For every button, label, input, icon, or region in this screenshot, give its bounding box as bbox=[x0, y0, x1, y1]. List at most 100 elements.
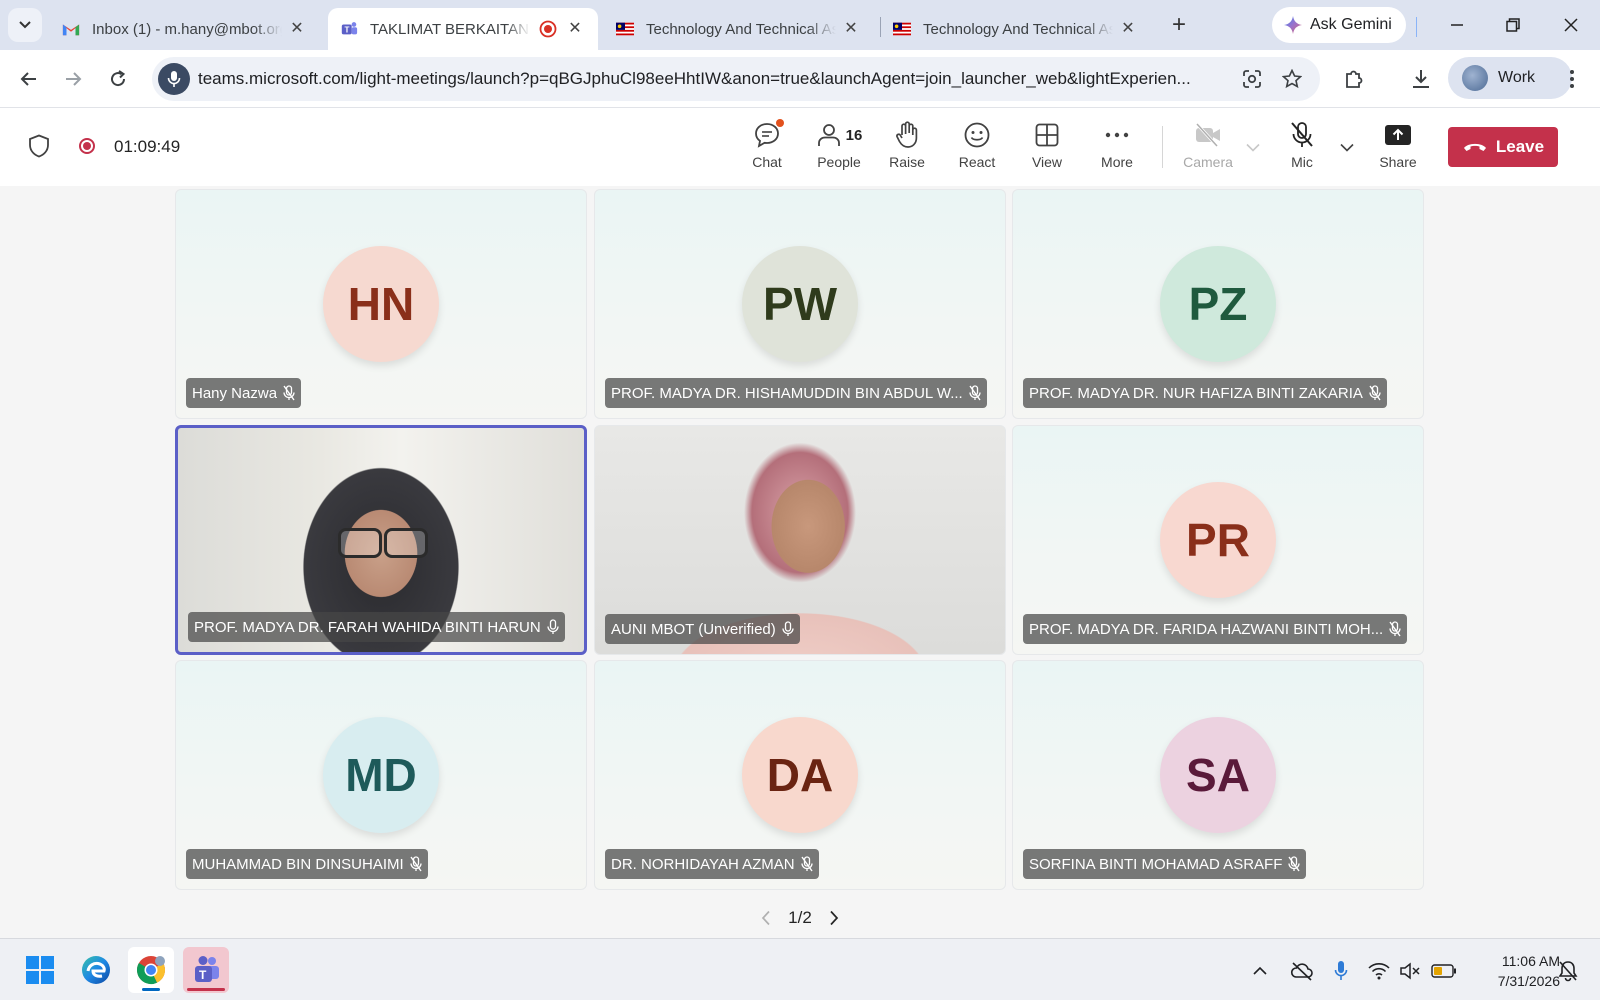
participant-video-tile[interactable]: PROF. MADYA DR. FARAH WAHIDA BINTI HARUN bbox=[175, 425, 587, 655]
mic-button[interactable]: Mic bbox=[1270, 118, 1334, 178]
microphone-tray[interactable] bbox=[1329, 959, 1353, 983]
taskbar-chrome[interactable] bbox=[128, 947, 174, 993]
url-text[interactable]: teams.microsoft.com/light-meetings/launc… bbox=[198, 69, 1228, 89]
chat-label: Chat bbox=[752, 154, 782, 170]
next-page-button[interactable] bbox=[822, 906, 846, 930]
participant-tile[interactable]: PW PROF. MADYA DR. HISHAMUDDIN BIN ABDUL… bbox=[594, 189, 1006, 419]
onedrive-status[interactable] bbox=[1290, 959, 1314, 983]
close-tab-icon[interactable]: ✕ bbox=[1119, 19, 1137, 37]
extensions-button[interactable] bbox=[1338, 63, 1370, 95]
clock-time: 11:06 AM bbox=[1501, 953, 1560, 969]
people-count: 16 bbox=[845, 126, 863, 144]
mic-muted-icon bbox=[410, 856, 422, 872]
share-button[interactable]: Share bbox=[1366, 118, 1430, 178]
browser-tab-technology-1[interactable]: Technology And Technical Assistance ✕ bbox=[604, 8, 874, 50]
participant-tile[interactable]: PR PROF. MADYA DR. FARIDA HAZWANI BINTI … bbox=[1012, 425, 1424, 655]
participant-tile[interactable]: PZ PROF. MADYA DR. NUR HAFIZA BINTI ZAKA… bbox=[1012, 189, 1424, 419]
browser-tab-strip: Inbox (1) - m.hany@mbot.org ✕ T TAKLIMAT… bbox=[0, 0, 1600, 50]
participant-name-tag: AUNI MBOT (Unverified) bbox=[605, 614, 800, 644]
ask-gemini-label: Ask Gemini bbox=[1310, 16, 1392, 33]
flag-icon bbox=[616, 22, 634, 36]
meeting-timer: 01:09:49 bbox=[114, 137, 181, 156]
participant-name-tag: SORFINA BINTI MOHAMAD ASRAFF bbox=[1023, 849, 1307, 879]
leave-button[interactable]: Leave bbox=[1448, 127, 1558, 167]
react-label: React bbox=[958, 154, 996, 170]
unread-badge bbox=[776, 119, 784, 127]
address-bar[interactable]: teams.microsoft.com/light-meetings/launc… bbox=[152, 57, 1320, 101]
browser-tab-technology-2[interactable]: Technology And Technical Assistance ✕ bbox=[881, 8, 1151, 50]
react-button[interactable]: React bbox=[945, 118, 1009, 178]
raise-hand-button[interactable]: Raise bbox=[875, 118, 939, 178]
downloads-button[interactable] bbox=[1405, 63, 1437, 95]
profile-label: Work bbox=[1498, 69, 1536, 86]
avatar: PR bbox=[1160, 482, 1276, 598]
taskbar-teams[interactable]: T bbox=[183, 947, 229, 993]
minimize-window-button[interactable] bbox=[1442, 10, 1472, 40]
avatar: DA bbox=[742, 717, 858, 833]
browser-tab-gmail[interactable]: Inbox (1) - m.hany@mbot.org ✕ bbox=[50, 8, 320, 50]
avatar: SA bbox=[1160, 717, 1276, 833]
taskbar-edge[interactable] bbox=[73, 947, 119, 993]
raise-hand-icon bbox=[896, 121, 918, 148]
new-tab-button[interactable]: + bbox=[1166, 11, 1192, 38]
chat-button[interactable]: Chat bbox=[735, 118, 799, 178]
puzzle-icon bbox=[1346, 70, 1363, 88]
arrow-left-icon bbox=[20, 72, 36, 86]
restore-window-button[interactable] bbox=[1498, 10, 1528, 40]
close-tab-icon[interactable]: ✕ bbox=[288, 19, 306, 37]
participant-tile[interactable]: SA SORFINA BINTI MOHAMAD ASRAFF bbox=[1012, 660, 1424, 890]
recording-indicator-icon bbox=[79, 138, 95, 154]
bookmark-star-icon[interactable] bbox=[1278, 65, 1306, 93]
svg-text:T: T bbox=[199, 968, 207, 982]
close-window-button[interactable] bbox=[1556, 10, 1586, 40]
browser-menu-button[interactable] bbox=[1556, 63, 1588, 95]
reload-button[interactable] bbox=[102, 63, 134, 95]
svg-text:T: T bbox=[345, 26, 350, 35]
browser-tab-teams[interactable]: T TAKLIMAT BERKAITAN PENGAJARAN ✕ bbox=[328, 8, 598, 50]
chevron-down-icon bbox=[1246, 143, 1260, 152]
participant-name-tag: PROF. MADYA DR. HISHAMUDDIN BIN ABDUL W.… bbox=[605, 378, 987, 408]
avatar bbox=[1462, 65, 1488, 91]
previous-page-button[interactable] bbox=[754, 906, 778, 930]
show-hidden-icons-button[interactable] bbox=[1248, 959, 1272, 983]
notifications-button[interactable] bbox=[1556, 959, 1580, 983]
wifi-icon bbox=[1368, 963, 1390, 980]
people-button[interactable]: 16 People bbox=[805, 118, 873, 178]
mic-on-icon bbox=[547, 619, 559, 635]
participant-tile[interactable]: DA DR. NORHIDAYAH AZMAN bbox=[594, 660, 1006, 890]
shield-icon[interactable] bbox=[28, 134, 50, 158]
google-lens-icon[interactable] bbox=[1238, 65, 1266, 93]
close-tab-icon[interactable]: ✕ bbox=[842, 19, 860, 37]
back-button[interactable] bbox=[13, 63, 45, 95]
participant-name-tag: DR. NORHIDAYAH AZMAN bbox=[605, 849, 819, 879]
network-status[interactable] bbox=[1367, 959, 1391, 983]
microphone-icon bbox=[1334, 961, 1348, 980]
mic-options-chevron[interactable] bbox=[1338, 138, 1356, 156]
camera-options-chevron[interactable] bbox=[1244, 138, 1262, 156]
view-button[interactable]: View bbox=[1015, 118, 1079, 178]
microphone-in-use-icon[interactable] bbox=[158, 63, 190, 95]
active-app-indicator bbox=[142, 988, 160, 991]
participant-name: MUHAMMAD BIN DINSUHAIMI bbox=[192, 855, 404, 873]
more-options-button[interactable]: More bbox=[1085, 118, 1149, 178]
taskbar-clock[interactable]: 11:06 AM 7/31/2026 bbox=[1470, 951, 1560, 991]
participant-name: PROF. MADYA DR. FARAH WAHIDA BINTI HARUN bbox=[194, 618, 541, 636]
tab-divider bbox=[1416, 17, 1417, 37]
camera-button[interactable]: Camera bbox=[1176, 118, 1240, 178]
forward-button[interactable] bbox=[57, 63, 89, 95]
battery-status[interactable] bbox=[1430, 959, 1458, 983]
restore-icon bbox=[1506, 18, 1520, 32]
reload-icon bbox=[111, 70, 126, 87]
volume-status[interactable] bbox=[1398, 959, 1422, 983]
close-tab-icon[interactable]: ✕ bbox=[566, 19, 584, 37]
start-button[interactable] bbox=[17, 947, 63, 993]
participant-tile[interactable]: HN Hany Nazwa bbox=[175, 189, 587, 419]
tab-search-button[interactable] bbox=[8, 8, 42, 42]
participant-tile[interactable]: MD MUHAMMAD BIN DINSUHAIMI bbox=[175, 660, 587, 890]
mic-muted-icon bbox=[800, 856, 813, 872]
participant-video-tile[interactable]: AUNI MBOT (Unverified) bbox=[594, 425, 1006, 655]
people-label: People bbox=[817, 154, 861, 170]
ask-gemini-button[interactable]: Ask Gemini bbox=[1272, 7, 1406, 43]
profile-button[interactable]: Work bbox=[1448, 57, 1572, 99]
hang-up-icon bbox=[1463, 143, 1486, 151]
